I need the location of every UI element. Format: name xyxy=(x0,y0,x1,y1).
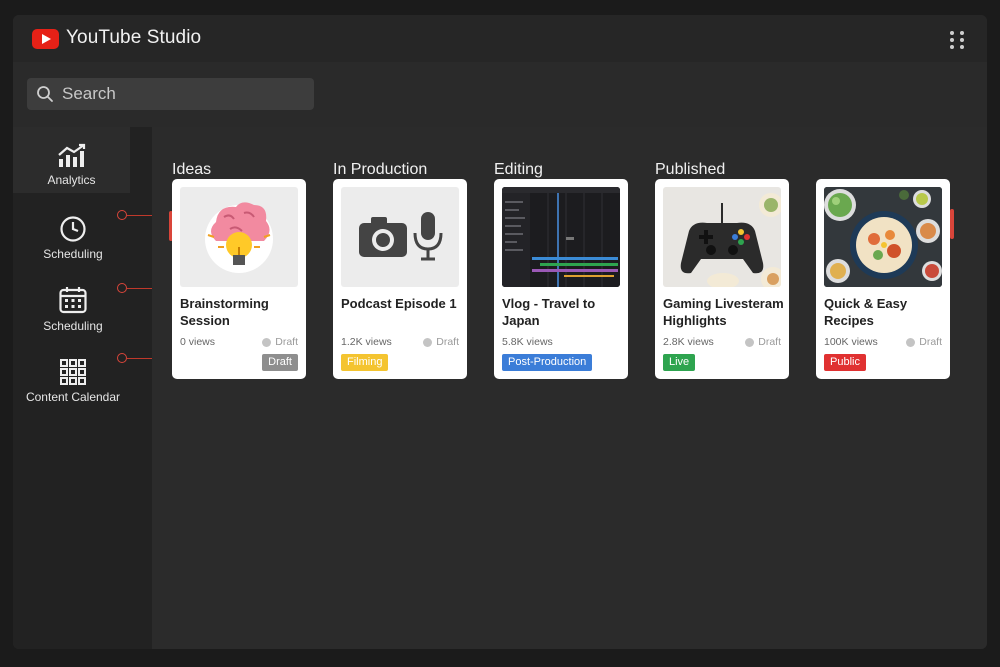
sidebar-item-analytics[interactable]: Analytics xyxy=(13,127,130,193)
video-card[interactable]: Podcast Episode 1 1.2K views Draft Filmi… xyxy=(333,179,467,379)
sidebar-item-content-calendar[interactable]: Content Calendar xyxy=(13,358,133,404)
status-badge: Draft xyxy=(262,354,298,371)
status-indicator: Draft xyxy=(262,336,298,348)
status-badge: Post-Production xyxy=(502,354,593,371)
view-count: 5.8K views xyxy=(502,336,553,348)
title-bar: YouTube Studio xyxy=(13,15,987,62)
view-count: 0 views xyxy=(180,336,216,348)
view-count: 1.2K views xyxy=(341,336,392,348)
status-text: Draft xyxy=(275,336,298,348)
video-card[interactable]: Quick & Easy Recipes 100K views Draft Pu… xyxy=(816,179,950,379)
column-title-published: Published xyxy=(655,161,726,178)
card-thumbnail xyxy=(341,187,459,287)
sidebar-item-label: Scheduling xyxy=(43,319,103,333)
video-card[interactable]: Brainstorming Session 0 views Draft Draf… xyxy=(172,179,306,379)
video-card[interactable]: Gaming Livesteram Highlights 2.8K views … xyxy=(655,179,789,379)
search-icon xyxy=(37,86,53,102)
card-title: Gaming Livesteram Highlights xyxy=(663,296,784,328)
clock-icon xyxy=(60,216,86,242)
status-indicator: Draft xyxy=(745,336,781,348)
status-dot-icon xyxy=(906,337,916,347)
status-badge: Filming xyxy=(341,354,389,371)
sidebar-item-scheduling-calendar[interactable]: Scheduling xyxy=(13,285,133,333)
card-edge-marker xyxy=(950,209,954,239)
status-indicator: Draft xyxy=(906,336,942,348)
card-title: Brainstorming Session xyxy=(180,296,269,328)
brain-lightbulb-icon xyxy=(205,202,273,273)
search-input[interactable] xyxy=(62,82,302,106)
status-badge: Public xyxy=(824,354,866,371)
status-dot-icon xyxy=(745,337,755,347)
status-dot-icon xyxy=(262,337,272,347)
app-title: YouTube Studio xyxy=(66,27,202,48)
youtube-logo-icon xyxy=(32,29,59,49)
food-plates-photo xyxy=(824,187,942,287)
studio-window: YouTube Studio Analytics xyxy=(13,15,987,649)
card-title: Quick & Easy Recipes xyxy=(824,296,908,328)
connector-node xyxy=(117,210,127,220)
sidebar: Analytics Scheduling Scheduling Content … xyxy=(13,127,152,649)
search-bar[interactable] xyxy=(27,78,314,110)
card-thumbnail xyxy=(502,187,620,287)
card-thumbnail xyxy=(663,187,781,287)
status-text: Draft xyxy=(436,336,459,348)
view-count: 2.8K views xyxy=(663,336,714,348)
card-title: Vlog - Travel to Japan xyxy=(502,296,596,328)
content-board: Ideas In Production Editing Published Br… xyxy=(152,127,987,649)
status-indicator: Draft xyxy=(423,336,459,348)
status-badge: Live xyxy=(663,354,696,371)
sidebar-item-label: Scheduling xyxy=(43,247,103,261)
analytics-chart-icon xyxy=(57,143,85,167)
sidebar-item-label: Analytics xyxy=(47,173,96,187)
column-title-ideas: Ideas xyxy=(172,161,212,178)
card-thumbnail xyxy=(180,187,298,287)
status-text: Draft xyxy=(758,336,781,348)
sidebar-item-scheduling[interactable]: Scheduling xyxy=(13,215,133,261)
status-dot-icon xyxy=(423,337,433,347)
connector-node xyxy=(117,353,127,363)
card-thumbnail xyxy=(824,187,942,287)
gamepad-icon xyxy=(680,193,781,287)
connector-node xyxy=(117,283,127,293)
grid-icon xyxy=(60,359,86,385)
card-title: Podcast Episode 1 xyxy=(341,296,457,311)
calendar-icon xyxy=(59,287,87,314)
column-title-in-production: In Production xyxy=(333,161,428,178)
video-card[interactable]: Vlog - Travel to Japan 5.8K views Post-P… xyxy=(494,179,628,379)
sidebar-item-label: Content Calendar xyxy=(25,390,121,404)
status-text: Draft xyxy=(919,336,942,348)
video-editor-timeline xyxy=(502,187,620,287)
view-count: 100K views xyxy=(824,336,878,348)
apps-menu-icon[interactable] xyxy=(945,29,967,51)
column-title-editing: Editing xyxy=(494,161,543,178)
camera-microphone-icon xyxy=(359,212,443,261)
